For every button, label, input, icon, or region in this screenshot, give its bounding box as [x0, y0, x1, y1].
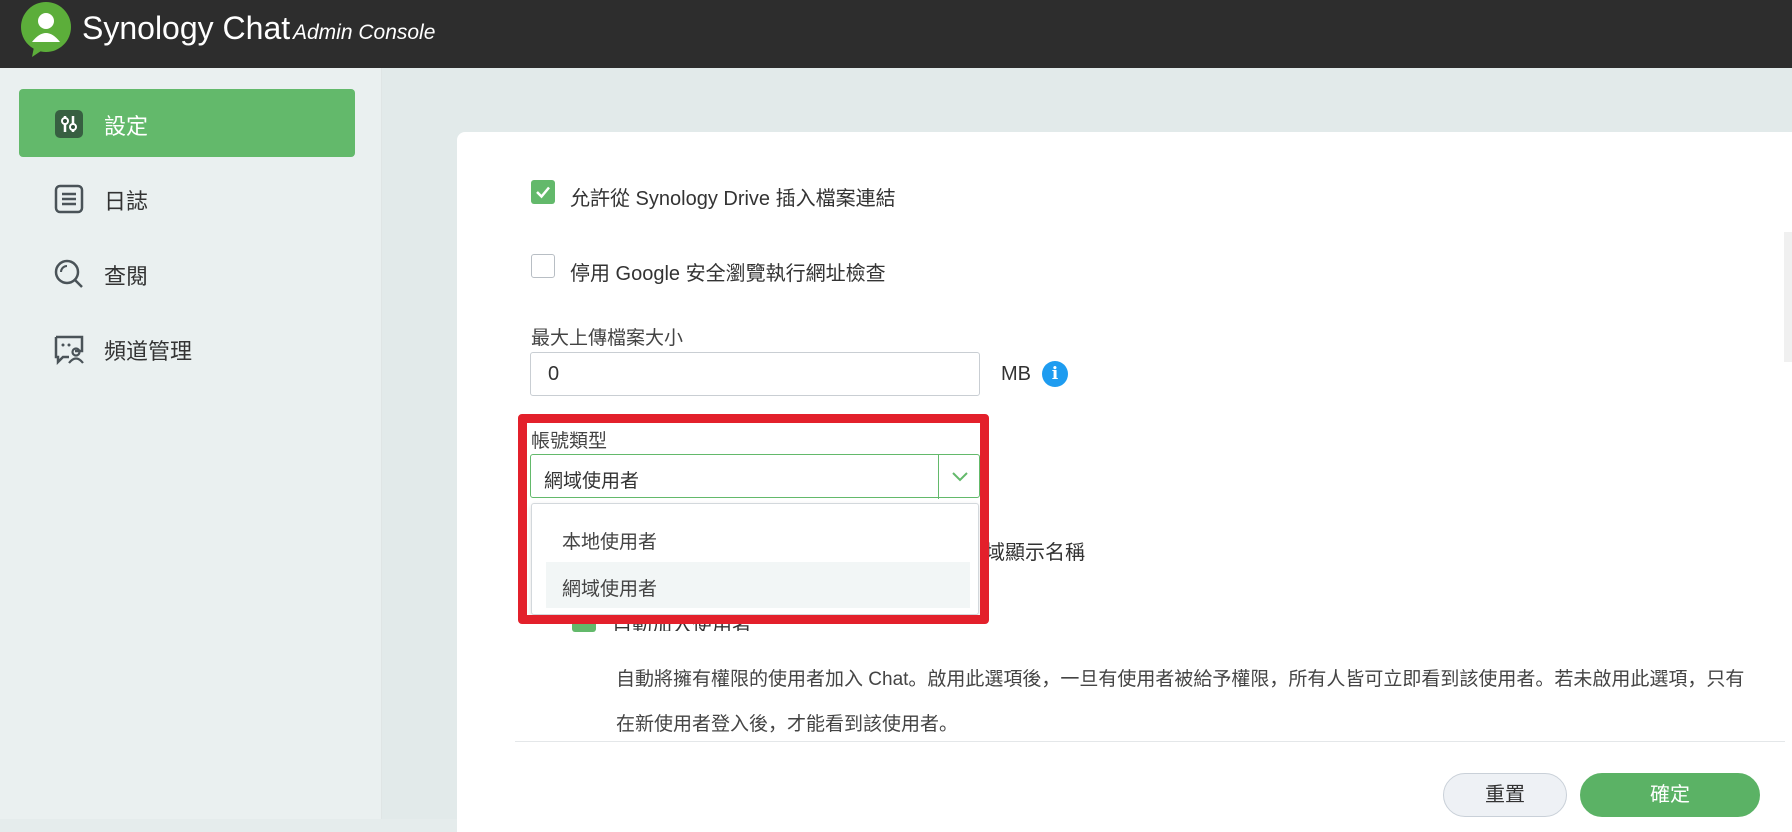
chevron-down-icon[interactable] — [951, 469, 969, 483]
sidebar-item-settings[interactable]: 設定 — [19, 89, 355, 157]
sidebar-item-label: 頻道管理 — [104, 339, 193, 364]
max-upload-unit: MB — [1001, 363, 1031, 385]
sidebar-item-log[interactable]: 日誌 — [19, 164, 355, 232]
auto-add-description-line1: 自動將擁有權限的使用者加入 Chat。啟用此選項後，一旦有使用者被給予權限，所有… — [616, 669, 1745, 690]
top-bar: Synology Chat Admin Console — [0, 0, 1792, 68]
log-list-icon — [54, 184, 84, 214]
settings-sliders-icon — [55, 110, 83, 138]
channel-management-icon — [54, 335, 84, 365]
search-icon — [54, 259, 83, 288]
sidebar-item-label: 查閱 — [104, 264, 149, 289]
max-upload-label: 最大上傳檔案大小 — [531, 328, 684, 349]
max-upload-input[interactable]: 0 — [530, 352, 980, 396]
info-icon[interactable]: i — [1042, 361, 1068, 387]
disable-safe-browsing-label: 停用 Google 安全瀏覽執行網址檢查 — [570, 263, 886, 285]
select-divider — [938, 455, 939, 499]
allow-drive-links-label: 允許從 Synology Drive 插入檔案連結 — [570, 188, 896, 210]
sidebar-item-channel-management[interactable]: 頻道管理 — [19, 314, 355, 382]
account-type-dropdown: 本地使用者 網域使用者 — [531, 503, 979, 615]
app-name: Synology Chat — [82, 10, 291, 46]
disable-safe-browsing-checkbox[interactable] — [531, 254, 555, 278]
app-subtitle: Admin Console — [293, 21, 436, 44]
account-type-select[interactable]: 網域使用者 — [530, 454, 980, 499]
chat-user-logo-icon — [21, 2, 71, 57]
display-name-label-partial: 域顯示名稱 — [985, 542, 1085, 564]
dropdown-option-domain-user[interactable]: 網域使用者 — [546, 562, 970, 608]
sidebar-item-search[interactable]: 查閱 — [19, 239, 355, 307]
reset-button[interactable]: 重置 — [1443, 773, 1567, 817]
allow-drive-links-checkbox[interactable] — [531, 180, 555, 204]
account-type-selected-value: 網域使用者 — [544, 471, 640, 492]
account-type-label: 帳號類型 — [531, 431, 608, 452]
sidebar: 設定 日誌 查閱 頻道管理 — [0, 68, 382, 819]
footer-divider — [515, 741, 1785, 742]
checkmark-icon — [536, 186, 550, 199]
ok-button[interactable]: 確定 — [1580, 773, 1760, 817]
dropdown-option-local-user[interactable]: 本地使用者 — [546, 515, 970, 561]
max-upload-value: 0 — [548, 363, 560, 385]
auto-add-description-line2: 在新使用者登入後，才能看到該使用者。 — [616, 714, 959, 735]
sidebar-item-label: 設定 — [104, 114, 149, 139]
sidebar-item-label: 日誌 — [104, 189, 149, 214]
scrollbar[interactable] — [1784, 232, 1792, 362]
